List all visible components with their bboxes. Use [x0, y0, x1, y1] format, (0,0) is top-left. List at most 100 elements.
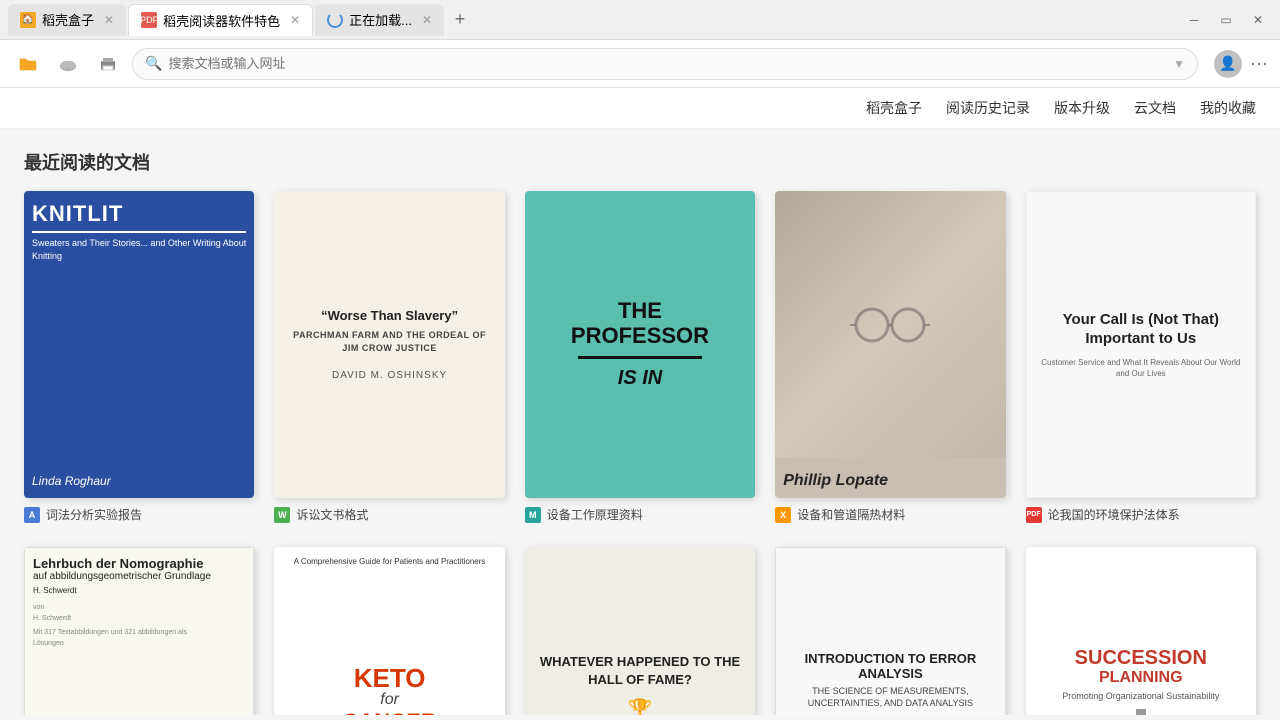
lehrbuch-extra: von H. Schwerdt Mit 317 Textabbildungen …: [33, 603, 245, 649]
book-cover-lopate: Phillip Lopate: [775, 191, 1005, 498]
toolbar: 🔍 ▼ 👤 ···: [0, 40, 1280, 88]
book-title-knitlit: 词法分析实验报告: [46, 506, 142, 523]
yourcall-sub: Customer Service and What It Reveals Abo…: [1037, 357, 1245, 379]
book-label-professor: M 设备工作原理资料: [525, 506, 755, 523]
book-item-keto[interactable]: A Comprehensive Guide for Patients and P…: [274, 547, 504, 715]
book-item-yourcall[interactable]: Your Call Is (Not That) Important to Us …: [1026, 191, 1256, 523]
section-title: 最近阅读的文档: [24, 149, 1256, 175]
book-cover-lehrbuch: Lehrbuch der Nomographie auf abbildungsg…: [24, 547, 254, 715]
book-grid-row1: KNITLIT Sweaters and Their Stories... an…: [24, 191, 1256, 523]
professor-line1: THE: [618, 299, 662, 323]
search-bar[interactable]: 🔍 ▼: [132, 48, 1198, 80]
nav-item-home[interactable]: 稻壳盒子: [866, 98, 922, 118]
tab-reader-close[interactable]: ✕: [290, 13, 300, 27]
tab-reader-icon: PDF: [141, 12, 157, 28]
book-title-yourcall: 论我国的环境保护法体系: [1048, 506, 1180, 523]
book-item-lehrbuch[interactable]: Lehrbuch der Nomographie auf abbildungsg…: [24, 547, 254, 715]
professor-bar: [578, 356, 702, 359]
search-icon: 🔍: [145, 55, 162, 72]
avatar[interactable]: 👤: [1214, 50, 1242, 78]
lopate-glasses: [775, 191, 1005, 458]
book-title-professor: 设备工作原理资料: [547, 506, 643, 523]
book-item-worse[interactable]: “Worse Than Slavery” Parchman Farm and t…: [274, 191, 504, 523]
nav-item-upgrade[interactable]: 版本升级: [1054, 98, 1110, 118]
succession-title: SUCCESSION: [1075, 647, 1207, 669]
worse-author: DAVID M. OSHINSKY: [332, 370, 447, 381]
file-icon-worse: W: [274, 507, 290, 523]
lehrbuch-author: H. Schwerdt: [33, 586, 245, 595]
tab-home[interactable]: 🏠 稻壳盒子 ✕: [8, 4, 126, 36]
close-button[interactable]: ✕: [1244, 9, 1272, 31]
cloud-icon: [58, 56, 78, 72]
minimize-button[interactable]: ─: [1180, 9, 1208, 31]
worse-subtitle: Parchman Farm and the Ordeal of Jim Crow…: [286, 329, 492, 354]
lehrbuch-subtitle: auf abbildungsgeometrischer Grundlage: [33, 571, 245, 582]
intro-title: INTRODUCTION TO ERROR ANALYSIS: [788, 651, 992, 681]
book-title-worse: 诉讼文书格式: [296, 506, 368, 523]
nav-item-cloud[interactable]: 云文档: [1134, 98, 1176, 118]
book-item-professor[interactable]: THE PROFESSOR IS IN M 设备工作原理资料: [525, 191, 755, 523]
search-dropdown-icon[interactable]: ▼: [1173, 57, 1185, 71]
professor-line2: PROFESSOR: [571, 324, 709, 348]
knitlit-title: KNITLIT: [32, 201, 246, 233]
lehrbuch-title: Lehrbuch der Nomographie: [33, 556, 245, 571]
tab-home-icon: 🏠: [20, 12, 36, 28]
print-icon: [99, 56, 117, 72]
add-tab-button[interactable]: +: [446, 6, 474, 34]
more-button[interactable]: ···: [1250, 53, 1268, 74]
folder-icon: [19, 56, 37, 72]
window-controls: ─ ▭ ✕: [1180, 9, 1272, 31]
book-cover-yourcall: Your Call Is (Not That) Important to Us …: [1026, 191, 1256, 498]
book-label-worse: W 诉讼文书格式: [274, 506, 504, 523]
book-item-succession[interactable]: SUCCESSION PLANNING Promoting Organizati…: [1026, 547, 1256, 715]
toolbar-right: 👤 ···: [1214, 50, 1268, 78]
whatever-title: WHATEVER HAPPENED TO THE HALL OF FAME?: [535, 653, 745, 689]
professor-line3: IS IN: [618, 367, 662, 390]
book-label-yourcall: PDF 论我国的环境保护法体系: [1026, 506, 1256, 523]
nav-item-favorites[interactable]: 我的收藏: [1200, 98, 1256, 118]
nav-bar: 稻壳盒子 阅读历史记录 版本升级 云文档 我的收藏: [0, 88, 1280, 129]
book-grid-row2: Lehrbuch der Nomographie auf abbildungsg…: [24, 547, 1256, 715]
tab-loading-label: 正在加载...: [349, 10, 412, 29]
file-icon-knitlit: A: [24, 507, 40, 523]
tab-loading[interactable]: 正在加载... ✕: [315, 4, 444, 36]
book-item-knitlit[interactable]: KNITLIT Sweaters and Their Stories... an…: [24, 191, 254, 523]
book-item-whatever[interactable]: WHATEVER HAPPENED TO THE HALL OF FAME? 🏆…: [525, 547, 755, 715]
book-label-knitlit: A 词法分析实验报告: [24, 506, 254, 523]
file-icon-professor: M: [525, 507, 541, 523]
book-cover-intro: INTRODUCTION TO ERROR ANALYSIS THE SCIEN…: [775, 547, 1005, 715]
book-title-lopate: 设备和管道隔热材料: [797, 506, 905, 523]
succession-image: [1111, 709, 1171, 715]
maximize-button[interactable]: ▭: [1212, 9, 1240, 31]
book-cover-whatever: WHATEVER HAPPENED TO THE HALL OF FAME? 🏆…: [525, 547, 755, 715]
file-icon-yourcall: PDF: [1026, 507, 1042, 523]
nav-item-history[interactable]: 阅读历史记录: [946, 98, 1030, 118]
book-item-lopate[interactable]: Phillip Lopate X 设备和管道隔热材料: [775, 191, 1005, 523]
keto-guide: A Comprehensive Guide for Patients and P…: [282, 557, 496, 566]
succession-sub: Promoting Organizational Sustainability: [1062, 691, 1219, 701]
book-label-lopate: X 设备和管道隔热材料: [775, 506, 1005, 523]
knitlit-subtitle: Sweaters and Their Stories... and Other …: [32, 237, 246, 262]
worse-title: “Worse Than Slavery”: [321, 308, 458, 323]
whatever-emblem: 🏆: [628, 697, 653, 715]
print-button[interactable]: [92, 48, 124, 80]
book-cover-keto: A Comprehensive Guide for Patients and P…: [274, 547, 504, 715]
keto-cancer: CANCER: [282, 709, 496, 715]
succession-building-svg: [1111, 709, 1171, 715]
tab-loading-close[interactable]: ✕: [422, 13, 432, 27]
search-input[interactable]: [168, 56, 1167, 71]
tab-reader-label: 稻壳阅读器软件特色: [163, 11, 280, 30]
book-cover-professor: THE PROFESSOR IS IN: [525, 191, 755, 498]
keto-title: KETO: [282, 665, 496, 691]
glasses-svg: [850, 305, 930, 345]
content-area: 最近阅读的文档 KNITLIT Sweaters and Their Stori…: [0, 129, 1280, 715]
book-item-intro[interactable]: INTRODUCTION TO ERROR ANALYSIS THE SCIEN…: [775, 547, 1005, 715]
succession-planning: PLANNING: [1099, 669, 1183, 687]
tab-reader[interactable]: PDF 稻壳阅读器软件特色 ✕: [128, 4, 313, 36]
book-cover-knitlit: KNITLIT Sweaters and Their Stories... an…: [24, 191, 254, 498]
cloud-button[interactable]: [52, 48, 84, 80]
folder-button[interactable]: [12, 48, 44, 80]
keto-for: for: [282, 691, 496, 709]
book-cover-succession: SUCCESSION PLANNING Promoting Organizati…: [1026, 547, 1256, 715]
tab-home-close[interactable]: ✕: [104, 13, 114, 27]
